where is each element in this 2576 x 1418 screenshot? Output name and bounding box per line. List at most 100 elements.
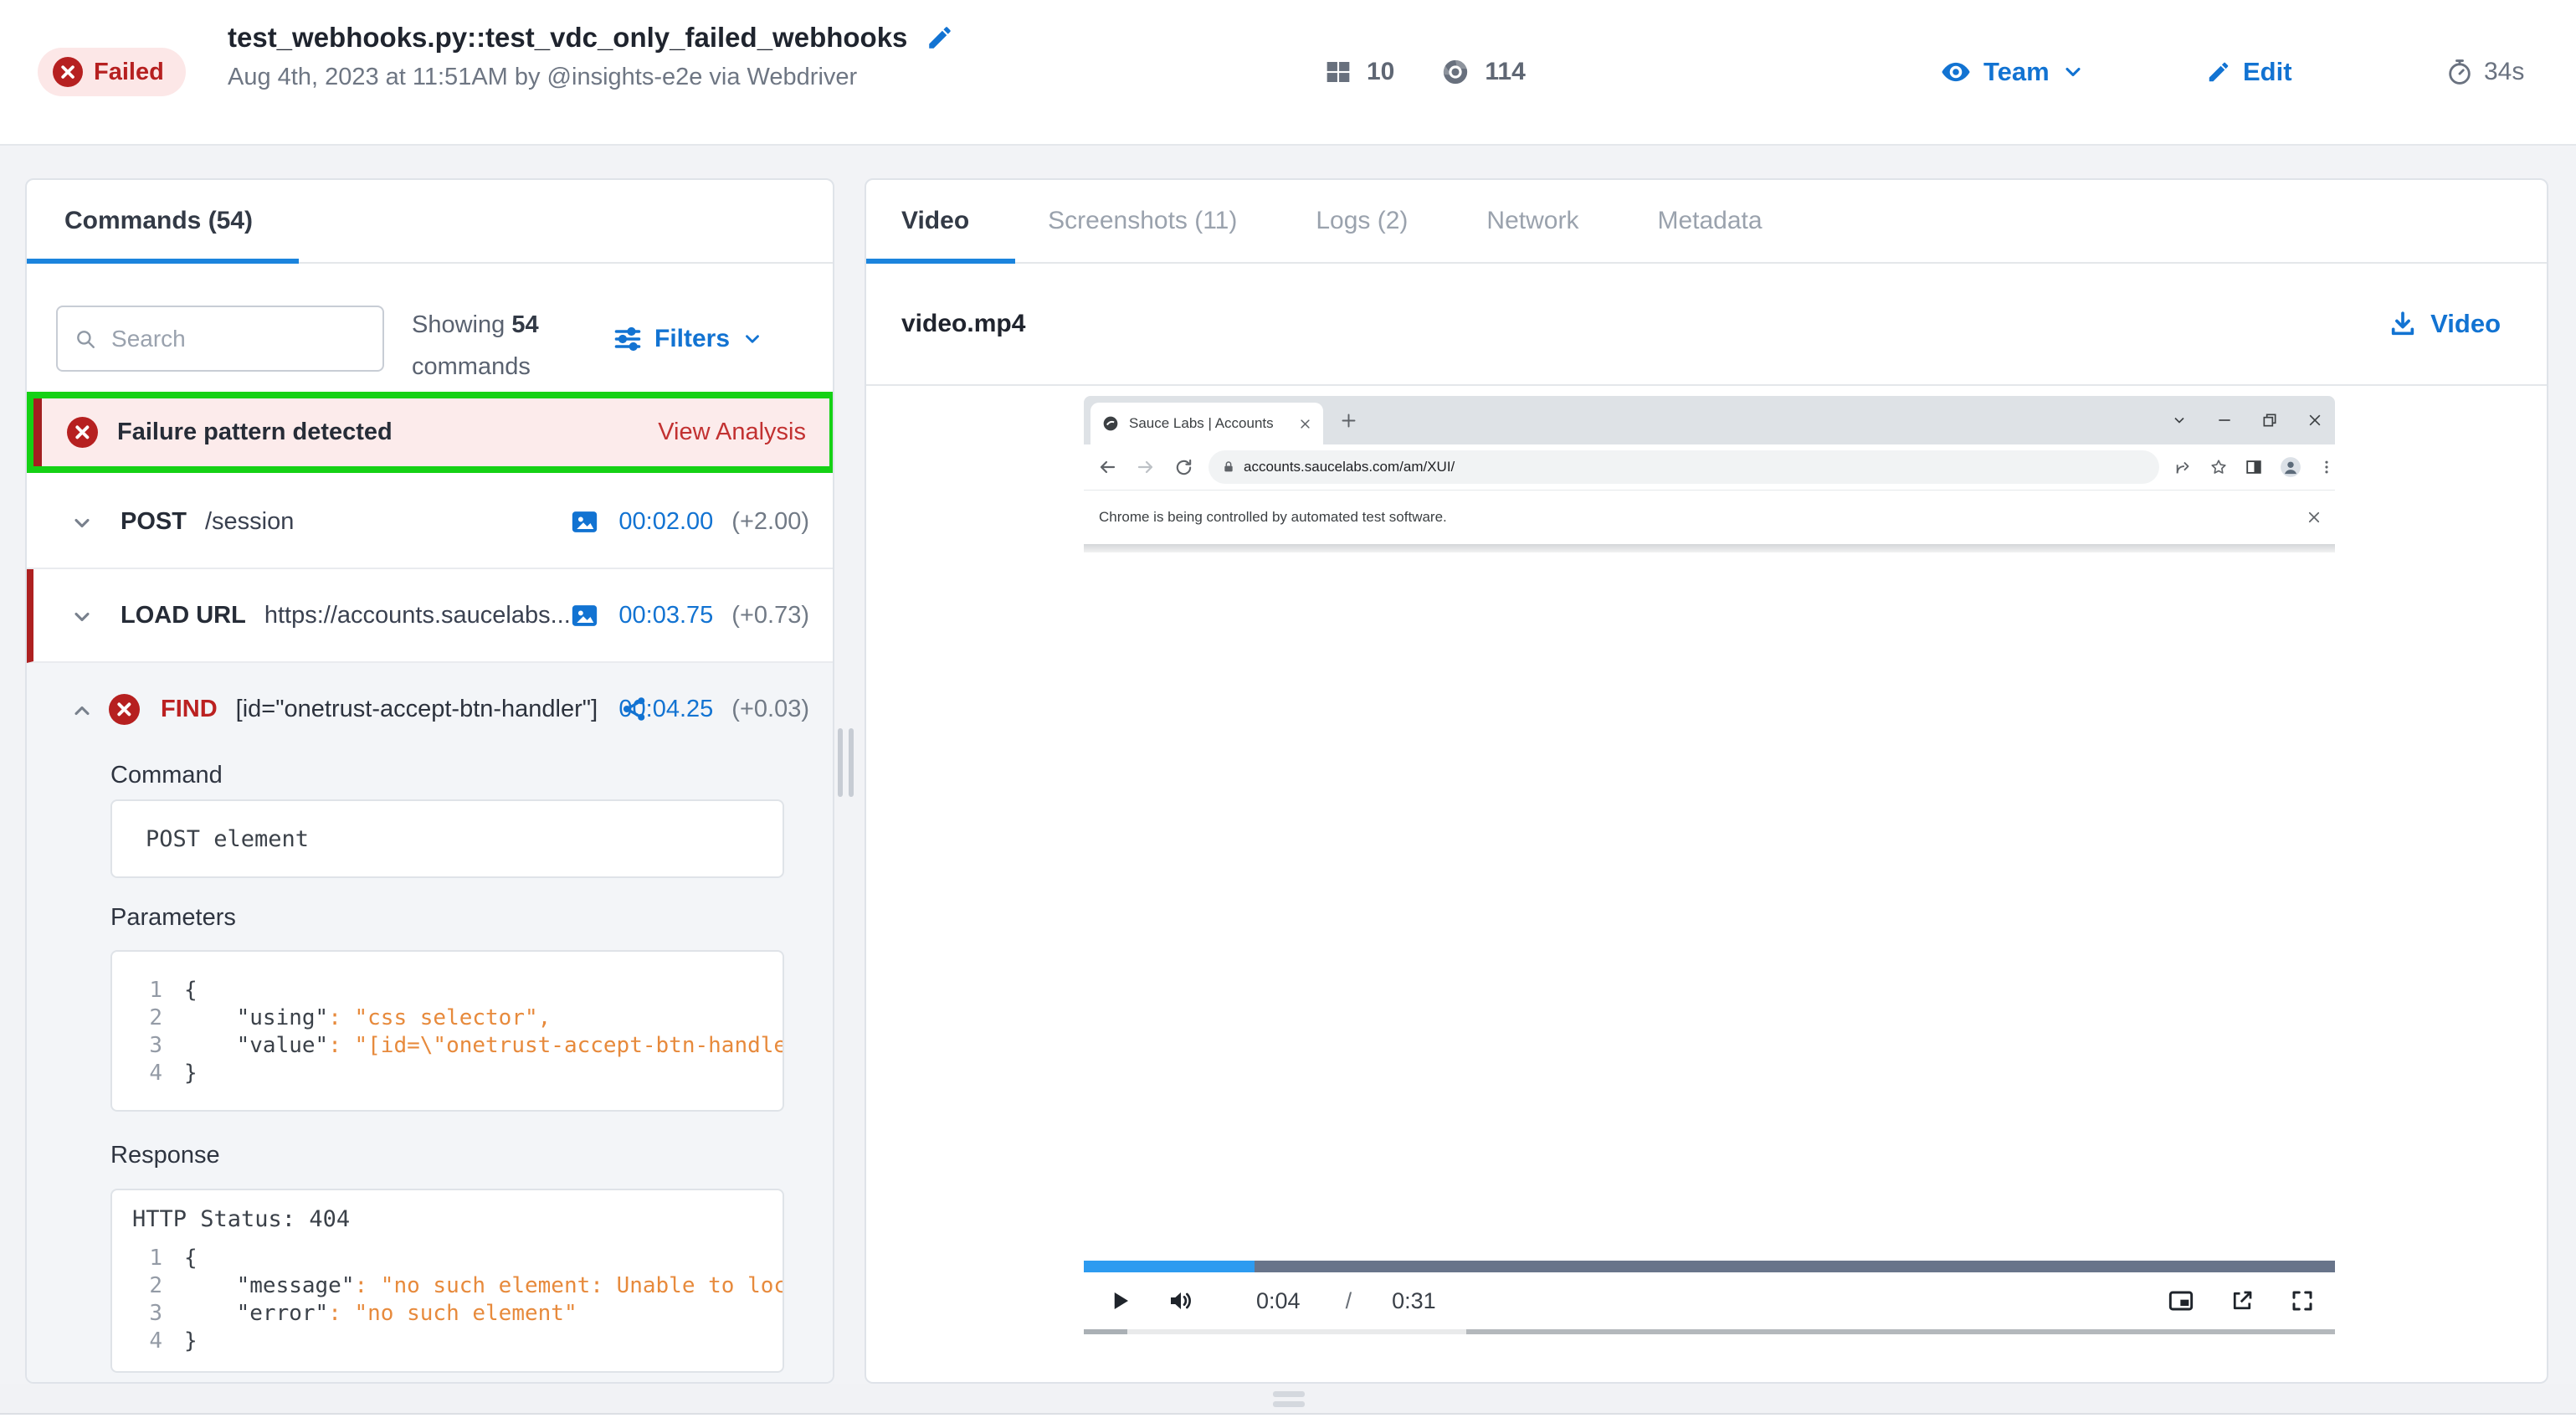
visibility-team-dropdown[interactable]: Team [1940, 0, 2085, 144]
code-line: 4} [132, 1060, 783, 1087]
window-minimize-icon [2216, 412, 2233, 429]
command-target: /session [205, 508, 294, 536]
filters-icon [613, 324, 643, 354]
code-line: 2 "using": "css selector", [132, 1004, 783, 1032]
commands-panel: Commands (54) Showing 54 commands Filter… [25, 178, 834, 1384]
automation-infobar: Chrome is being controlled by automated … [1084, 491, 2335, 544]
window-restore-icon [2261, 412, 2278, 429]
profile-avatar-icon [2280, 456, 2301, 478]
lock-icon [1222, 460, 1235, 474]
code-line: 2 "message": "no such element: Unable to… [132, 1272, 783, 1300]
stopwatch-icon [2445, 58, 2474, 86]
chevron-up-icon[interactable] [70, 699, 94, 722]
infobar-message: Chrome is being controlled by automated … [1099, 509, 1447, 526]
edit-label: Edit [2243, 57, 2292, 87]
command-method: POST [121, 508, 187, 536]
horizontal-resize-handle[interactable] [1273, 1391, 1305, 1411]
chevron-down-icon [741, 328, 763, 350]
screenshot-icon[interactable] [569, 600, 600, 631]
browser-tab-title: Sauce Labs | Accounts [1129, 415, 1289, 432]
showing-count: Showing 54 commands [412, 304, 539, 388]
command-method: FIND [161, 696, 218, 723]
response-code-box: HTTP Status: 404 1{ 2 "message": "no suc… [110, 1189, 784, 1373]
chevron-down-icon[interactable] [70, 605, 94, 629]
video-seek-bar[interactable] [1084, 1261, 2335, 1272]
parameters-section-label: Parameters [110, 904, 236, 932]
http-status: HTTP Status: 404 [132, 1205, 783, 1233]
code-line: 3 "error": "no such element" [132, 1300, 783, 1328]
command-method: LOAD URL [121, 602, 246, 629]
video-current-time: 0:04 [1256, 1288, 1301, 1314]
video-duration: 0:31 [1392, 1288, 1436, 1314]
command-search[interactable] [56, 306, 384, 372]
tab-logs[interactable]: Logs (2) [1316, 207, 1408, 235]
rename-pencil-icon[interactable] [926, 23, 954, 52]
address-bar: accounts.saucelabs.com/am/XUI/ [1208, 450, 2159, 484]
seek-progress [1084, 1261, 1255, 1272]
infobar-close-icon [2307, 510, 2322, 525]
bookmark-star-icon [2209, 458, 2228, 476]
command-delta: (+2.00) [731, 508, 809, 536]
tab-network[interactable]: Network [1486, 207, 1578, 235]
tab-close-icon [1299, 418, 1311, 430]
code-line: 1{ [132, 1245, 783, 1272]
volume-icon[interactable] [1167, 1287, 1194, 1314]
command-target: [id="onetrust-accept-btn-handler"] [236, 696, 598, 723]
command-delta: (+0.73) [731, 602, 809, 629]
panel-resize-handle[interactable] [838, 728, 854, 797]
bottom-panel-edge [0, 1413, 2576, 1418]
filters-label: Filters [654, 325, 730, 353]
browser-tab: Sauce Labs | Accounts [1090, 403, 1323, 444]
browser-tab-strip: Sauce Labs | Accounts [1084, 396, 2335, 444]
chevron-down-icon[interactable] [70, 511, 94, 535]
command-row-find[interactable]: FIND [id="onetrust-accept-btn-handler"] … [27, 663, 834, 757]
test-header: Failed test_webhooks.py::test_vdc_only_f… [0, 0, 2576, 146]
command-time: 00:02.00 [618, 508, 713, 536]
chrome-icon [1441, 58, 1470, 86]
bottom-resize-strip [0, 1384, 2576, 1416]
filters-dropdown[interactable]: Filters [613, 304, 763, 374]
download-video-button[interactable]: Video [2389, 264, 2501, 384]
screenshot-icon[interactable] [569, 506, 600, 537]
back-icon [1097, 457, 1117, 477]
tab-metadata[interactable]: Metadata [1657, 207, 1762, 235]
forward-icon [1136, 457, 1156, 477]
browser-toolbar: accounts.saucelabs.com/am/XUI/ [1084, 444, 2335, 491]
tab-video[interactable]: Video [901, 207, 969, 235]
picture-in-picture-icon[interactable] [2168, 1287, 2194, 1314]
view-analysis-link[interactable]: View Analysis [658, 419, 806, 446]
code-line: 1{ [132, 977, 783, 1004]
fullscreen-icon[interactable] [2290, 1288, 2315, 1313]
os-version: 10 [1367, 58, 1394, 86]
eye-icon [1940, 56, 1972, 88]
command-row-post-session[interactable]: POST /session 00:02.00 (+2.00) [27, 475, 834, 569]
window-controls [2171, 396, 2323, 444]
tab-screenshots[interactable]: Screenshots (11) [1048, 207, 1237, 235]
page-title: test_webhooks.py::test_vdc_only_failed_w… [228, 22, 907, 54]
status-badge: Failed [38, 48, 186, 96]
video-frame-scrollbar [1084, 1329, 2335, 1334]
video-file-name: video.mp4 [901, 264, 1025, 384]
window-close-icon [2307, 412, 2323, 429]
status-badge-label: Failed [94, 59, 164, 86]
command-time: 00:04.25 [618, 696, 713, 723]
test-duration: 34s [2445, 0, 2524, 144]
command-row-load-url[interactable]: LOAD URL https://accounts.saucelabs... 0… [27, 569, 834, 663]
windows-icon [1325, 59, 1352, 85]
play-button[interactable] [1107, 1288, 1132, 1313]
alert-message: Failure pattern detected [117, 419, 393, 446]
command-value-box: POST element [110, 799, 784, 878]
url-text: accounts.saucelabs.com/am/XUI/ [1244, 459, 1455, 475]
duration-value: 34s [2484, 58, 2524, 86]
tab-commands[interactable]: Commands (54) [64, 207, 253, 235]
code-line: 3 "value": "[id=\"onetrust-accept-btn-ha… [132, 1032, 783, 1060]
window-menu-icon [2171, 412, 2188, 429]
command-time: 00:03.75 [618, 602, 713, 629]
edit-button[interactable]: Edit [2206, 0, 2292, 144]
search-input[interactable] [110, 325, 366, 353]
favicon [1102, 415, 1119, 432]
platform-info: 10 114 [1325, 0, 1526, 144]
open-in-new-icon[interactable] [2230, 1288, 2255, 1313]
video-player[interactable]: Sauce Labs | Accounts accounts.saucelabs… [1084, 396, 2335, 1333]
test-meta: Aug 4th, 2023 at 11:51AM by @insights-e2… [228, 64, 954, 91]
